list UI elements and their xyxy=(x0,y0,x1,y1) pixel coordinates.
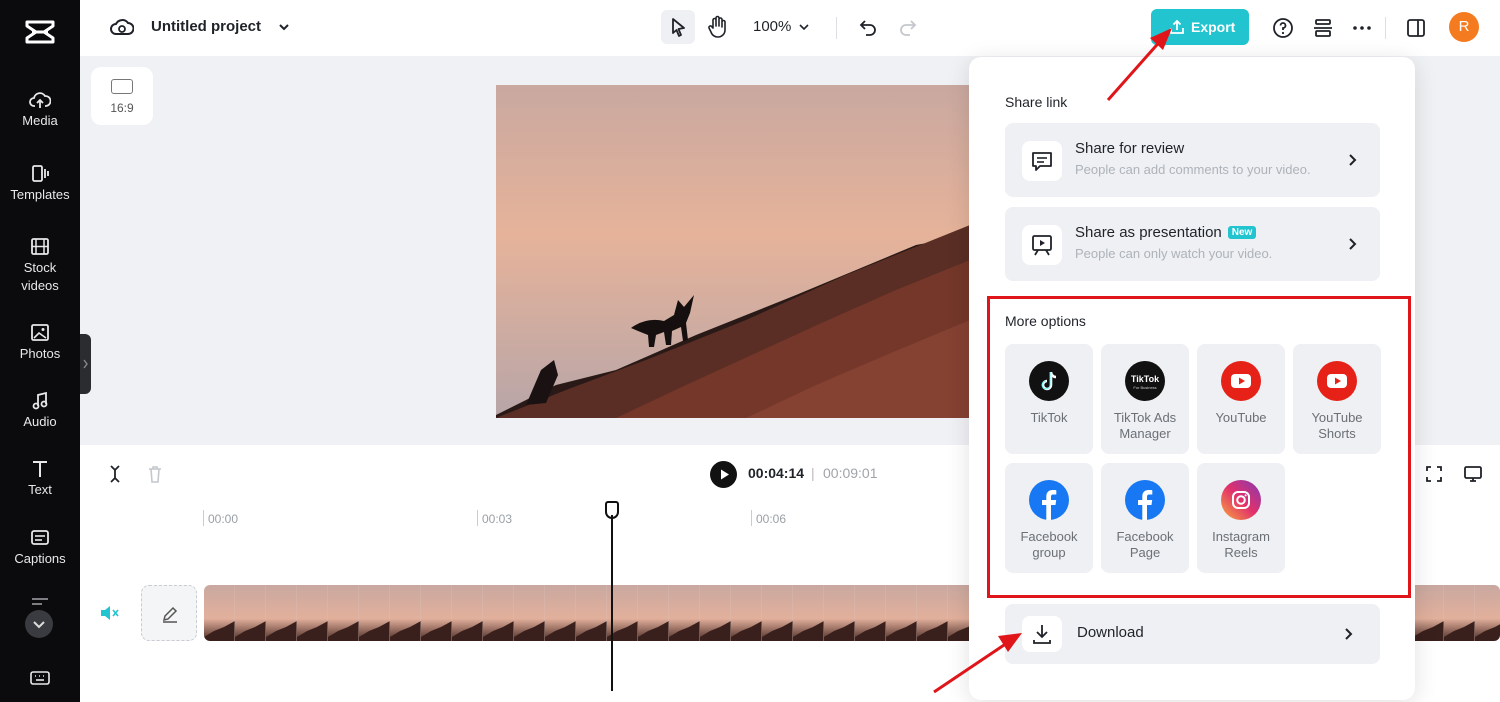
left-sidebar: Media Templates Stock videos Photos Audi… xyxy=(0,0,80,702)
sidebar-item-label: Stock videos xyxy=(21,260,59,293)
redo-icon[interactable] xyxy=(898,17,918,37)
export-upload-icon xyxy=(1170,19,1184,34)
ruler-label: 00:03 xyxy=(482,512,513,526)
sidebar-item-stock-videos[interactable]: Stock videos xyxy=(0,237,80,295)
delete-icon[interactable] xyxy=(146,464,164,484)
comment-icon-tile xyxy=(1022,141,1062,181)
panel-toggle-handle[interactable] xyxy=(80,334,91,394)
download-icon xyxy=(1033,625,1051,644)
more-options-icon[interactable] xyxy=(1351,17,1373,39)
monitor-icon[interactable] xyxy=(1463,464,1483,484)
help-icon[interactable] xyxy=(1272,17,1294,39)
cloud-sync-icon[interactable] xyxy=(110,16,134,38)
edit-cover-button[interactable] xyxy=(141,585,197,641)
aspect-ratio-label: 16:9 xyxy=(110,101,134,115)
export-button[interactable]: Export xyxy=(1151,9,1249,45)
ruler-tick xyxy=(477,510,478,526)
annotation-highlight-box xyxy=(987,296,1411,598)
presentation-icon xyxy=(1032,235,1052,256)
aspect-ratio-button[interactable]: 16:9 xyxy=(91,67,153,125)
zoom-level[interactable]: 100% xyxy=(753,18,791,35)
sidebar-item-label: Captions xyxy=(14,551,66,566)
new-badge: New xyxy=(1227,226,1257,239)
chevron-down-icon[interactable] xyxy=(797,20,811,34)
presentation-icon-tile xyxy=(1022,225,1062,265)
ruler-label: 00:00 xyxy=(208,512,239,526)
split-icon[interactable] xyxy=(106,464,124,484)
share-link-title: Share link xyxy=(1005,94,1068,110)
fullscreen-icon[interactable] xyxy=(1424,464,1444,484)
mute-icon[interactable] xyxy=(99,604,119,622)
share-review-title: Share for review xyxy=(1075,140,1185,157)
sidebar-item-label: Media xyxy=(22,113,58,128)
time-separator: | xyxy=(811,465,815,481)
layers-stack-icon[interactable] xyxy=(1312,17,1334,39)
sidebar-item-label: Templates xyxy=(10,187,70,202)
chevron-right-icon xyxy=(1349,238,1357,250)
share-presentation-subtitle: People can only watch your video. xyxy=(1075,246,1273,261)
captions-icon xyxy=(31,530,49,545)
sidebar-item-audio[interactable]: Audio xyxy=(0,391,80,431)
play-button[interactable] xyxy=(710,461,737,488)
video-preview[interactable] xyxy=(496,85,970,418)
partial-sidebar-icon xyxy=(32,598,48,605)
download-button[interactable]: Download xyxy=(1005,604,1380,664)
select-tool-button[interactable] xyxy=(661,10,695,44)
sidebar-item-photos[interactable]: Photos xyxy=(0,323,80,363)
chevron-right-icon xyxy=(1349,154,1357,166)
user-avatar[interactable]: R xyxy=(1449,12,1479,42)
download-label: Download xyxy=(1077,624,1144,641)
sidebar-item-label: Text xyxy=(28,482,52,497)
ruler-tick xyxy=(203,510,204,526)
music-note-icon xyxy=(32,391,48,410)
hand-tool-icon[interactable] xyxy=(707,15,729,39)
share-for-review-button[interactable]: Share for review People can add comments… xyxy=(1005,123,1380,197)
sidebar-item-templates[interactable]: Templates xyxy=(0,164,80,204)
top-toolbar: Untitled project 100% Export R xyxy=(80,0,1500,56)
chevron-right-icon xyxy=(1345,628,1353,640)
sidebar-item-label: Photos xyxy=(19,346,61,361)
film-icon xyxy=(31,238,49,255)
chevron-down-icon xyxy=(33,621,45,629)
pencil-icon xyxy=(162,606,178,623)
play-icon xyxy=(721,469,729,480)
playhead-line xyxy=(611,515,613,691)
toolbar-divider xyxy=(836,17,837,39)
chevron-down-icon[interactable] xyxy=(277,20,291,34)
pointer-icon xyxy=(672,18,685,37)
templates-icon xyxy=(32,165,49,182)
undo-icon[interactable] xyxy=(858,17,878,37)
share-presentation-title: Share as presentation New xyxy=(1075,224,1257,241)
project-title[interactable]: Untitled project xyxy=(151,18,261,35)
sidebar-expand-button[interactable] xyxy=(25,610,53,638)
keyboard-icon[interactable] xyxy=(30,670,50,686)
download-icon-tile xyxy=(1022,616,1062,652)
sidebar-item-text[interactable]: Text xyxy=(0,459,80,499)
sidebar-item-captions[interactable]: Captions xyxy=(0,528,80,568)
ruler-label: 00:06 xyxy=(756,512,787,526)
ruler-tick xyxy=(751,510,752,526)
text-t-icon xyxy=(33,461,47,477)
chevron-right-icon xyxy=(83,359,88,369)
export-button-label: Export xyxy=(1191,19,1236,35)
sidebar-item-label: Audio xyxy=(23,414,57,429)
sidebar-item-media[interactable]: Media xyxy=(0,90,80,130)
image-icon xyxy=(31,324,49,341)
share-review-subtitle: People can add comments to your video. xyxy=(1075,162,1311,177)
capcut-logo[interactable] xyxy=(24,16,56,48)
panel-layout-icon[interactable] xyxy=(1405,17,1427,39)
toolbar-divider xyxy=(1385,17,1386,39)
cloud-upload-icon xyxy=(29,92,51,108)
aspect-ratio-icon xyxy=(111,79,133,94)
share-presentation-title-text: Share as presentation xyxy=(1075,224,1222,241)
current-time: 00:04:14 xyxy=(748,465,805,481)
total-duration: 00:09:01 xyxy=(823,465,878,481)
comment-icon xyxy=(1032,152,1052,171)
share-as-presentation-button[interactable]: Share as presentation New People can only… xyxy=(1005,207,1380,281)
preview-image xyxy=(496,85,970,418)
